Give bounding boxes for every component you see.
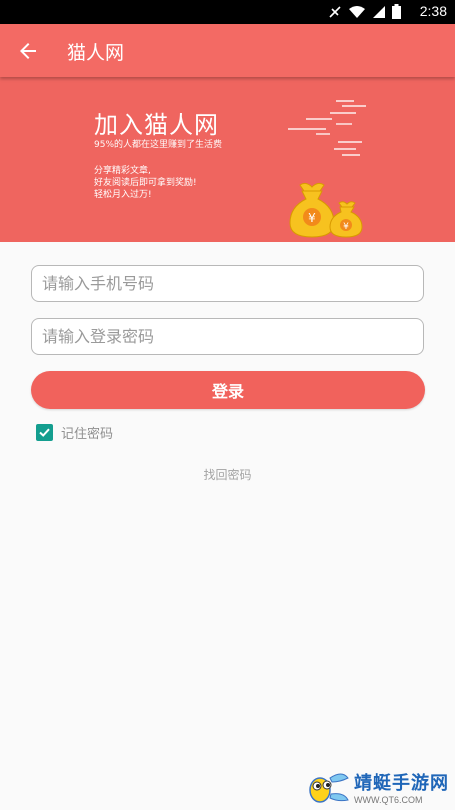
banner-headline: 加入猫人网 [94, 111, 219, 139]
remember-password-label: 记住密码 [61, 427, 114, 442]
no-signal-icon [329, 5, 341, 18]
banner-text: 分享精彩文章, 好友阅读后即可拿到奖励! 轻松月入过万! [94, 165, 197, 201]
checkbox-checked-icon[interactable] [36, 424, 53, 441]
site-watermark: 靖蜓手游网 WWW.QT6.COM [306, 768, 449, 806]
svg-text:¥: ¥ [343, 222, 349, 232]
banner-line: 分享精彩文章, [94, 166, 151, 176]
forgot-password-link[interactable]: 找回密码 [0, 466, 455, 483]
dragonfly-logo-icon [309, 773, 349, 803]
app-bar: 猫人网 [0, 24, 455, 77]
money-bags-icon: ¥ ¥ [289, 182, 363, 238]
status-bar: 2:38 [0, 0, 455, 24]
battery-icon [392, 4, 401, 19]
wind-lines-decoration [288, 100, 366, 156]
watermark-name: 靖蜓手游网 [354, 773, 449, 794]
page-title: 猫人网 [67, 42, 125, 64]
status-icons [328, 4, 401, 19]
phone-input[interactable] [31, 265, 424, 302]
promo-banner: 加入猫人网 95%的人都在这里赚到了生活费 分享精彩文章, 好友阅读后即可拿到奖… [0, 77, 455, 242]
password-input[interactable] [31, 318, 424, 355]
banner-subtitle: 95%的人都在这里赚到了生活费 [94, 140, 223, 150]
watermark-url: WWW.QT6.COM [354, 795, 423, 805]
signal-icon [373, 5, 385, 18]
status-time: 2:38 [419, 3, 447, 19]
remember-password-checkbox[interactable]: 记住密码 [36, 423, 113, 442]
banner-line: 轻松月入过万! [94, 190, 152, 200]
login-button[interactable]: 登录 [31, 371, 425, 409]
banner-line: 好友阅读后即可拿到奖励! [94, 178, 197, 188]
wifi-icon [349, 5, 365, 18]
svg-text:¥: ¥ [308, 211, 316, 225]
back-arrow-icon[interactable] [16, 39, 40, 63]
